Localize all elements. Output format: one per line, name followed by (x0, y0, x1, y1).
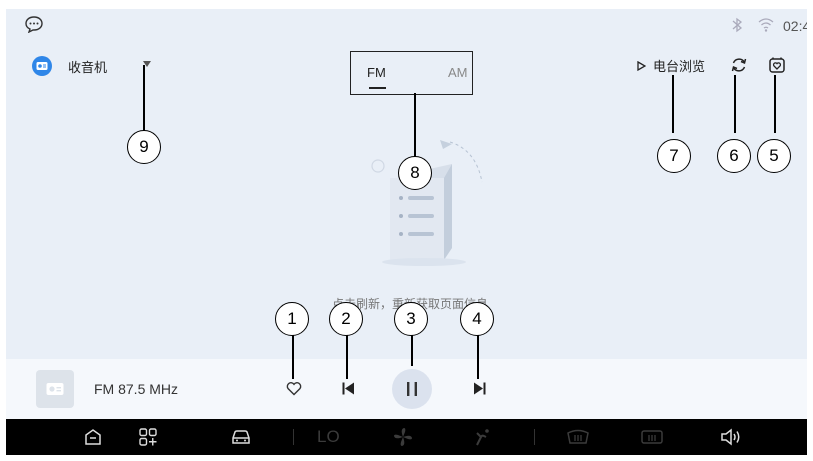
bottom-dock: LO (6, 419, 807, 455)
station-browse-button[interactable]: 电台浏览 (637, 56, 705, 75)
status-bar: 02:48 (6, 9, 807, 39)
callout-9: 9 (127, 130, 161, 164)
callout-leader (411, 334, 413, 366)
station-browse-label: 电台浏览 (653, 59, 706, 74)
fan-icon[interactable] (392, 427, 414, 447)
empty-state-illustration (371, 140, 483, 266)
next-icon[interactable] (474, 382, 486, 395)
wifi-icon (758, 18, 774, 32)
callout-2: 2 (329, 302, 363, 336)
tab-fm[interactable]: FM (367, 65, 386, 80)
front-defrost-icon[interactable] (566, 427, 590, 447)
station-frequency: FM 87.5 MHz (94, 381, 179, 397)
station-art (36, 370, 74, 408)
source-selector[interactable]: 收音机 (32, 54, 107, 78)
pause-button[interactable] (392, 369, 432, 409)
previous-icon[interactable] (342, 382, 354, 395)
rear-defrost-icon[interactable] (640, 427, 664, 447)
callout-1: 1 (275, 302, 309, 336)
callout-5: 5 (757, 139, 791, 173)
tab-am[interactable]: AM (448, 65, 468, 80)
dock-divider (293, 429, 294, 445)
callout-leader (346, 334, 348, 379)
seat-heat-icon[interactable] (471, 427, 493, 447)
callout-leader (292, 334, 294, 379)
callout-leader (143, 65, 145, 133)
callout-4: 4 (460, 302, 494, 336)
car-icon[interactable] (230, 427, 252, 447)
clock: 02:48 (783, 18, 807, 34)
bluetooth-icon (732, 17, 743, 33)
play-triangle-icon (637, 60, 646, 71)
dock-divider (534, 429, 535, 445)
message-icon[interactable] (24, 15, 44, 33)
callout-6: 6 (717, 139, 751, 173)
home-icon[interactable] (83, 427, 103, 447)
callout-leader (414, 93, 416, 159)
volume-icon[interactable] (719, 427, 743, 447)
player-bar: FM 87.5 MHz (6, 359, 807, 419)
radio-screen: 02:48 收音机 FM AM 电台浏览 (6, 9, 807, 455)
temperature-lo[interactable]: LO (317, 427, 340, 447)
tab-fm-indicator (369, 87, 386, 89)
callout-7: 7 (657, 139, 691, 173)
callout-3: 3 (394, 302, 428, 336)
callout-leader (774, 75, 776, 133)
band-switch: FM AM (350, 51, 473, 95)
callout-leader (477, 334, 479, 379)
pause-icon (407, 382, 417, 396)
callout-leader (672, 75, 674, 133)
source-label: 收音机 (68, 59, 108, 75)
callout-8: 8 (398, 156, 432, 190)
favorite-icon[interactable] (286, 381, 302, 396)
favorites-list-icon[interactable] (768, 56, 786, 74)
radio-icon (32, 56, 52, 76)
apps-icon[interactable] (138, 427, 158, 447)
callout-leader (734, 75, 736, 133)
refresh-icon[interactable] (730, 56, 748, 74)
